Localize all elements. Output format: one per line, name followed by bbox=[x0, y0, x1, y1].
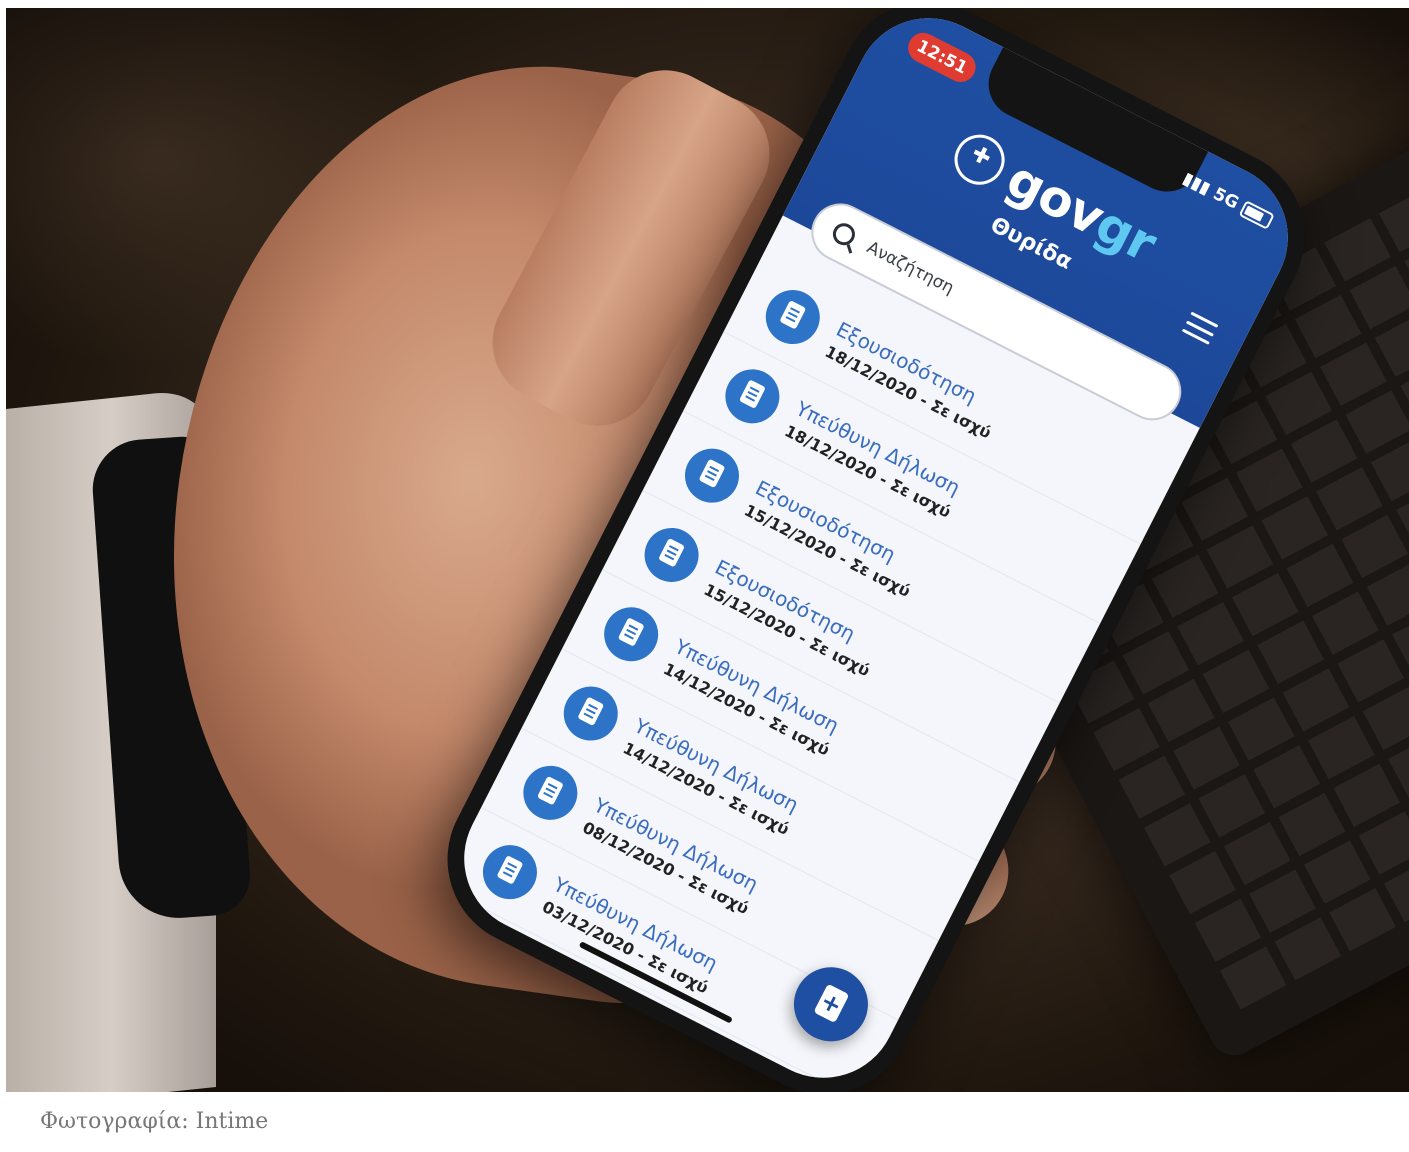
battery-icon bbox=[1238, 199, 1275, 230]
network-label: 5G bbox=[1209, 183, 1242, 214]
document-icon bbox=[635, 518, 708, 592]
document-icon bbox=[554, 677, 628, 750]
photo: 12:51 ▮▮▮ 5G govgr Θυρίδα bbox=[6, 8, 1409, 1092]
document-icon bbox=[514, 756, 587, 830]
document-icon bbox=[473, 835, 547, 909]
document-icon bbox=[716, 360, 789, 433]
search-icon bbox=[829, 219, 859, 250]
greek-emblem-icon bbox=[945, 126, 1014, 194]
photo-caption: Φωτογραφία: Intime bbox=[6, 1092, 290, 1152]
document-icon bbox=[756, 280, 830, 354]
status-time: 12:51 bbox=[903, 27, 981, 88]
document-icon bbox=[594, 597, 668, 671]
status-indicators: ▮▮▮ 5G bbox=[1179, 168, 1275, 230]
document-icon bbox=[675, 439, 749, 512]
